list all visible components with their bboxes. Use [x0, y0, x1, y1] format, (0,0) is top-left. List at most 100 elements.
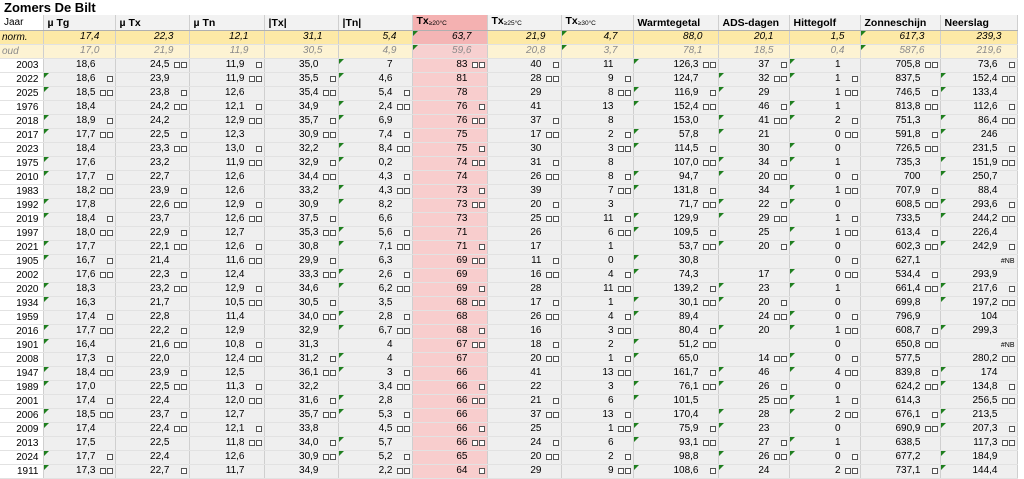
- table-cell[interactable]: 6: [561, 436, 634, 451]
- table-cell[interactable]: 67: [412, 352, 488, 367]
- row-label[interactable]: 1997: [0, 226, 44, 241]
- table-cell[interactable]: 25: [718, 226, 790, 241]
- table-cell[interactable]: 17,4: [43, 310, 116, 325]
- table-cell[interactable]: 59,6: [412, 44, 488, 59]
- table-cell[interactable]: 213,5: [940, 408, 1018, 423]
- table-cell[interactable]: 4: [338, 338, 413, 353]
- table-cell[interactable]: 32,2: [264, 380, 339, 395]
- table-cell[interactable]: 0: [789, 422, 861, 437]
- table-cell[interactable]: 8: [561, 86, 634, 101]
- table-cell[interactable]: 3: [561, 198, 634, 213]
- row-label[interactable]: 1992: [0, 198, 44, 213]
- table-cell[interactable]: 32,2: [264, 142, 339, 157]
- table-cell[interactable]: 101,5: [633, 394, 719, 409]
- table-cell[interactable]: 617,3: [860, 30, 941, 45]
- table-cell[interactable]: 29,9: [264, 254, 339, 269]
- table-cell[interactable]: 14: [718, 352, 790, 367]
- table-cell[interactable]: 22,0: [115, 352, 190, 367]
- table-cell[interactable]: 63,7: [412, 30, 488, 45]
- table-cell[interactable]: 608,5: [860, 198, 941, 213]
- table-cell[interactable]: 22,4: [115, 422, 190, 437]
- table-cell[interactable]: 74: [412, 156, 488, 171]
- table-cell[interactable]: 18,5: [718, 44, 790, 59]
- table-cell[interactable]: 1: [789, 436, 861, 451]
- table-cell[interactable]: 26: [718, 450, 790, 465]
- table-cell[interactable]: 22: [718, 198, 790, 213]
- table-cell[interactable]: 699,8: [860, 296, 941, 311]
- table-cell[interactable]: 24,2: [115, 114, 190, 129]
- table-cell[interactable]: 46: [718, 100, 790, 115]
- table-cell[interactable]: 17,3: [43, 352, 116, 367]
- table-cell[interactable]: 35,3: [264, 226, 339, 241]
- row-label[interactable]: 2023: [0, 142, 44, 157]
- row-label[interactable]: 2013: [0, 436, 44, 451]
- table-cell[interactable]: 2: [561, 450, 634, 465]
- table-cell[interactable]: 22,3: [115, 268, 190, 283]
- table-cell[interactable]: 12,6: [189, 212, 265, 227]
- row-label[interactable]: 2008: [0, 352, 44, 367]
- table-cell[interactable]: 23,8: [115, 86, 190, 101]
- table-cell[interactable]: 577,5: [860, 352, 941, 367]
- table-cell[interactable]: 17,0: [43, 380, 116, 395]
- table-cell[interactable]: 134,8: [940, 380, 1018, 395]
- table-cell[interactable]: 28: [487, 72, 562, 87]
- row-label[interactable]: 2024: [0, 450, 44, 465]
- table-cell[interactable]: 11,3: [189, 380, 265, 395]
- table-cell[interactable]: 26: [487, 226, 562, 241]
- table-cell[interactable]: 126,3: [633, 58, 719, 73]
- table-cell[interactable]: 23,3: [115, 142, 190, 157]
- table-cell[interactable]: 13: [561, 408, 634, 423]
- table-cell[interactable]: 18,9: [43, 114, 116, 129]
- table-cell[interactable]: 8: [561, 170, 634, 185]
- table-cell[interactable]: 34,6: [264, 282, 339, 297]
- table-cell[interactable]: 707,9: [860, 184, 941, 199]
- table-cell[interactable]: 242,9: [940, 240, 1018, 255]
- table-cell[interactable]: 4: [789, 366, 861, 381]
- table-cell[interactable]: 12,1: [189, 100, 265, 115]
- table-cell[interactable]: 20: [718, 296, 790, 311]
- table-cell[interactable]: 88,0: [633, 30, 719, 45]
- column-header-3[interactable]: µ Tn: [189, 15, 265, 31]
- table-cell[interactable]: 69: [412, 282, 488, 297]
- table-cell[interactable]: 22,7: [115, 464, 190, 479]
- table-cell[interactable]: 31,2: [264, 352, 339, 367]
- table-cell[interactable]: 627,1: [860, 254, 941, 269]
- row-label[interactable]: 2022: [0, 72, 44, 87]
- table-cell[interactable]: 81: [412, 72, 488, 87]
- table-cell[interactable]: 705,8: [860, 58, 941, 73]
- table-cell[interactable]: 4,3: [338, 170, 413, 185]
- table-cell[interactable]: 813,8: [860, 100, 941, 115]
- table-cell[interactable]: 1: [789, 156, 861, 171]
- table-cell[interactable]: 20: [487, 352, 562, 367]
- table-cell[interactable]: 6: [561, 226, 634, 241]
- table-cell[interactable]: 93,1: [633, 436, 719, 451]
- table-cell[interactable]: 21,7: [115, 296, 190, 311]
- table-cell[interactable]: 39: [487, 184, 562, 199]
- table-cell[interactable]: 0: [561, 254, 634, 269]
- table-cell[interactable]: 5,7: [338, 436, 413, 451]
- table-cell[interactable]: 10,8: [189, 338, 265, 353]
- table-cell[interactable]: 5,2: [338, 450, 413, 465]
- table-cell[interactable]: 299,3: [940, 324, 1018, 339]
- table-cell[interactable]: 2,8: [338, 310, 413, 325]
- table-cell[interactable]: 13: [561, 366, 634, 381]
- table-cell[interactable]: 13,0: [189, 142, 265, 157]
- table-cell[interactable]: 32,9: [264, 156, 339, 171]
- column-header-4[interactable]: |Tx|: [264, 15, 339, 31]
- column-header-1[interactable]: µ Tg: [43, 15, 116, 31]
- table-cell[interactable]: 36,1: [264, 366, 339, 381]
- table-cell[interactable]: 4,5: [338, 422, 413, 437]
- table-cell[interactable]: 22,3: [115, 30, 190, 45]
- table-cell[interactable]: 12,1: [189, 30, 265, 45]
- table-cell[interactable]: 0: [789, 142, 861, 157]
- table-cell[interactable]: 18,0: [43, 226, 116, 241]
- table-cell[interactable]: 139,2: [633, 282, 719, 297]
- table-cell[interactable]: 3,5: [338, 296, 413, 311]
- table-cell[interactable]: 34,0: [264, 436, 339, 451]
- table-cell[interactable]: 35,7: [264, 408, 339, 423]
- table-cell[interactable]: 64: [412, 464, 488, 479]
- table-cell[interactable]: 31: [487, 156, 562, 171]
- table-cell[interactable]: 0: [789, 296, 861, 311]
- table-cell[interactable]: 12,6: [189, 170, 265, 185]
- row-label[interactable]: 2003: [0, 58, 44, 73]
